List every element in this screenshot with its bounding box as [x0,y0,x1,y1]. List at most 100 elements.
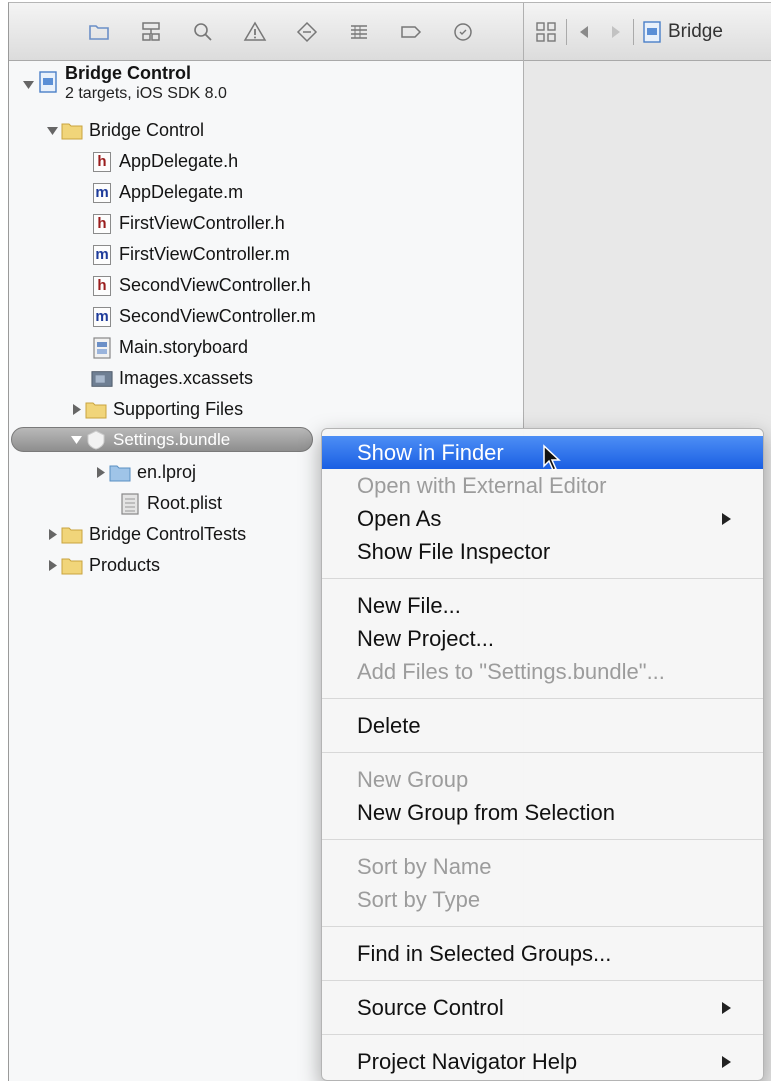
menu-item-show-file-inspector[interactable]: Show File Inspector [322,535,763,568]
jump-bar: Bridge [524,3,771,61]
menu-item-label: New Group from Selection [357,799,615,825]
menu-item-new-project[interactable]: New Project... [322,622,763,655]
tree-row-supporting-files[interactable]: Supporting Files [67,394,243,425]
menu-item-open-as[interactable]: Open As [322,502,763,535]
menu-item-add-files[interactable]: Add Files to "Settings.bundle"... [322,655,763,688]
search-icon[interactable] [177,12,229,52]
navigator-selector-bar [9,3,523,61]
tree-row-settings-bundle[interactable]: Settings.bundle [67,424,230,455]
menu-item-label: New Group [357,766,469,792]
tree-row-label: AppDelegate.h [119,151,239,171]
menu-item-new-group[interactable]: New Group [322,763,763,796]
tree-row-tests[interactable]: Bridge ControlTests [43,519,246,550]
tree-row-root-plist[interactable]: Root.plist [119,488,222,519]
tree-row-label: Bridge ControlTests [89,524,247,544]
folder-icon [61,555,83,577]
menu-item-sort-by-name[interactable]: Sort by Name [322,850,763,883]
submenu-arrow-icon [722,512,731,525]
menu-item-delete[interactable]: Delete [322,709,763,742]
tree-row-file[interactable]: m SecondViewController.m [91,301,316,332]
menu-separator [322,1034,763,1035]
tree-row-label: FirstViewController.h [119,213,285,233]
xcode-window: Bridge Bridge Control 2 targets, iOS SDK… [8,2,771,1081]
tree-row-en-lproj[interactable]: en.lproj [91,457,196,488]
list-icon[interactable] [333,12,385,52]
tree-row-label: SecondViewController.h [119,275,311,295]
menu-item-source-control[interactable]: Source Control [322,991,763,1024]
bundle-icon [85,429,107,451]
warning-icon[interactable] [229,12,281,52]
project-row[interactable]: Bridge Control 2 targets, iOS SDK 8.0 [19,63,227,111]
tree-row-label: Images.xcassets [119,368,254,388]
menu-separator [322,926,763,927]
menu-item-label: Source Control [357,994,504,1020]
tree-row-label: Products [89,555,161,575]
menu-separator [322,578,763,579]
menu-item-open-with-external-editor[interactable]: Open with External Editor [322,469,763,502]
hierarchy-icon[interactable] [125,12,177,52]
tree-row-bridge-control-group[interactable]: Bridge Control [43,115,204,146]
project-info: Bridge Control 2 targets, iOS SDK 8.0 [65,63,227,104]
menu-item-find-in-selected-groups[interactable]: Find in Selected Groups... [322,937,763,970]
header-file-icon: h [91,151,113,173]
diamond-icon[interactable] [281,12,333,52]
menu-separator [322,698,763,699]
menu-item-label: Sort by Name [357,853,492,879]
mouse-cursor-icon [543,444,561,471]
tree-row-storyboard[interactable]: Main.storyboard [91,332,248,363]
breadcrumb-label[interactable]: Bridge [668,21,723,43]
folder-icon [61,120,83,142]
disclosure-closed-icon[interactable] [43,557,61,575]
clock-icon[interactable] [437,12,489,52]
back-arrow-icon[interactable] [575,12,593,52]
tree-row-label: FirstViewController.m [119,244,290,264]
tree-row-file[interactable]: h SecondViewController.h [91,270,311,301]
implementation-file-icon: m [91,182,113,204]
tree-row-file[interactable]: h AppDelegate.h [91,146,238,177]
menu-item-show-in-finder[interactable]: Show in Finder [322,436,763,471]
tree-row-label: SecondViewController.m [119,306,316,326]
folder-icon [109,462,131,484]
menu-separator [322,752,763,753]
tree-row-label: en.lproj [137,462,197,482]
tree-row-label: Main.storyboard [119,337,249,357]
implementation-file-icon: m [91,306,113,328]
disclosure-open-icon[interactable] [19,75,37,93]
menu-item-project-navigator-help[interactable]: Project Navigator Help [322,1045,763,1078]
forward-arrow-icon[interactable] [607,12,625,52]
disclosure-open-icon[interactable] [43,122,61,140]
tree-row-file[interactable]: h FirstViewController.h [91,208,285,239]
menu-item-label: Sort by Type [357,886,481,912]
menu-item-label: Show in Finder [357,439,504,465]
disclosure-closed-icon[interactable] [43,526,61,544]
disclosure-closed-icon[interactable] [67,401,85,419]
menu-item-label: Open with External Editor [357,472,607,498]
related-items-icon[interactable] [534,12,558,52]
menu-item-sort-by-type[interactable]: Sort by Type [322,883,763,916]
breakpoint-icon[interactable] [385,12,437,52]
jump-bar-separator [566,18,567,45]
folder-icon[interactable] [73,12,125,52]
tree-row-file[interactable]: m AppDelegate.m [91,177,243,208]
project-subtitle: 2 targets, iOS SDK 8.0 [65,85,227,102]
tree-row-xcassets[interactable]: Images.xcassets [91,363,253,394]
tree-row-products[interactable]: Products [43,550,160,581]
storyboard-icon [91,336,113,359]
plist-file-icon [119,492,141,515]
header-file-icon: h [91,213,113,235]
project-file-icon [642,12,662,52]
tree-row-label: Settings.bundle [113,429,231,449]
implementation-file-icon: m [91,244,113,266]
folder-icon [61,524,83,546]
submenu-arrow-icon [722,1001,731,1014]
menu-separator [322,980,763,981]
menu-item-label: Open As [357,505,442,531]
menu-item-new-file[interactable]: New File... [322,589,763,622]
disclosure-open-icon[interactable] [67,431,85,449]
header-file-icon: h [91,275,113,297]
disclosure-closed-icon[interactable] [91,464,109,482]
menu-item-new-group-from-selection[interactable]: New Group from Selection [322,796,763,829]
tree-row-file[interactable]: m FirstViewController.m [91,239,290,270]
project-title: Bridge Control [65,63,191,83]
menu-item-label: Project Navigator Help [357,1048,578,1074]
